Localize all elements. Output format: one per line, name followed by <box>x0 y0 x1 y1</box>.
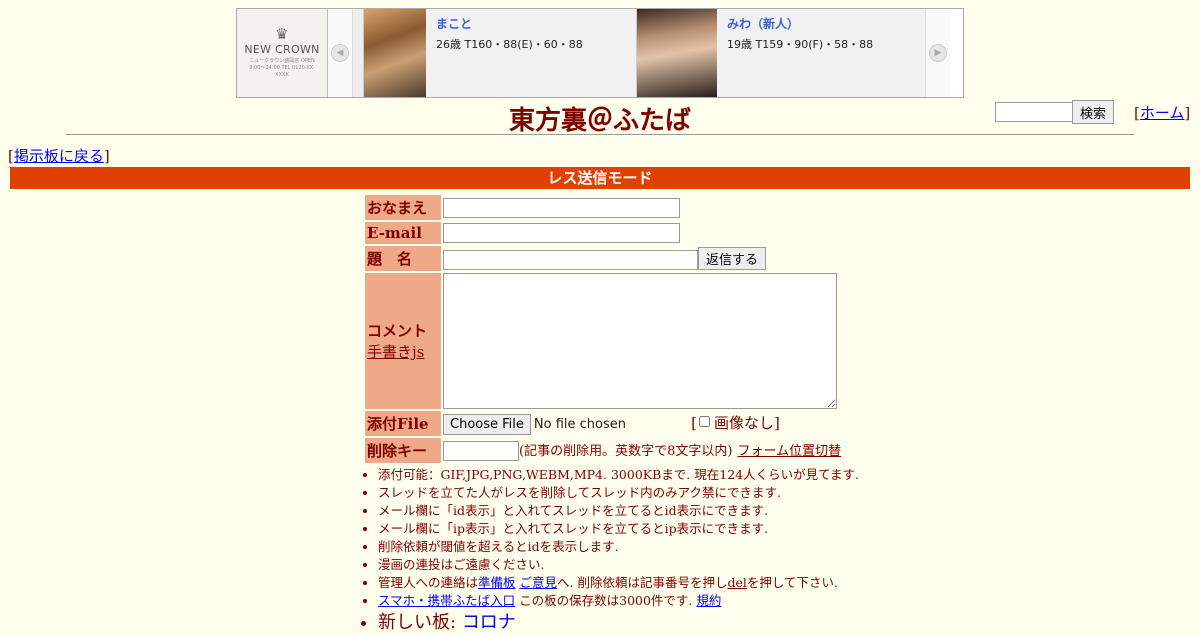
list-item: 管理人への連絡は準備板 ご意見へ. 削除依頼は記事番号を押しdelを押して下さい… <box>378 574 859 592</box>
girl-info: まこと 26歳 T160・88(E)・60・88 <box>426 9 636 97</box>
subject-field[interactable] <box>443 249 698 270</box>
prep-board-link[interactable]: 準備板 <box>478 575 516 590</box>
rules-link[interactable]: 規約 <box>696 593 721 608</box>
girl-name[interactable]: みわ（新人） <box>727 15 915 32</box>
handwrite-link[interactable]: 手書きjs <box>367 343 424 361</box>
mode-bar: レス送信モード <box>10 167 1190 189</box>
comment-textarea[interactable] <box>443 273 837 409</box>
comment-label: コメント <box>367 322 428 340</box>
girl-info: みわ（新人） 19歳 T159・90(F)・58・88 <box>717 9 925 97</box>
contact-text-3: を押して下さい. <box>746 575 838 590</box>
list-item: メール欄に「ip表示」と入れてスレッドを立てるとip表示にできます. <box>378 520 859 538</box>
opinion-link[interactable]: ご意見 <box>520 575 558 590</box>
delkey-label: 削除キー <box>365 438 441 463</box>
home-link-wrapper: [ホーム] <box>1134 104 1191 122</box>
mobile-entry-link[interactable]: スマホ・携帯ふたば入口 <box>378 593 515 608</box>
girl-name[interactable]: まこと <box>436 15 626 32</box>
noimg-wrapper: [画像なし] <box>691 414 780 432</box>
noimg-checkbox[interactable] <box>698 416 710 427</box>
delkey-note: (記事の削除用。英数字で8文字以内) <box>519 444 733 460</box>
noimg-label: 画像なし <box>713 414 774 432</box>
post-form: おなまえ E-mail 題 名 返信する コメント 手書きjs 添付File C… <box>363 193 843 465</box>
chevron-left-icon[interactable]: ◀ <box>331 44 349 62</box>
banner-spacer <box>353 9 364 97</box>
chevron-right-icon[interactable]: ▶ <box>929 44 947 62</box>
comment-label-cell: コメント 手書きjs <box>365 273 441 409</box>
divider <box>66 134 1134 135</box>
list-item: スレッドを立てた人がレスを削除してスレッド内のみアク禁にできます. <box>378 484 859 502</box>
choose-file-button[interactable]: Choose File <box>443 414 531 435</box>
shop-logo[interactable]: ♛ NEW CROWN ニュークラウン盛岡店 OPEN 9:00〜24:00 T… <box>237 9 328 97</box>
home-link[interactable]: ホーム <box>1140 104 1185 122</box>
file-status: No file chosen <box>533 417 626 432</box>
girl-photo[interactable] <box>364 9 426 97</box>
contact-text-2: へ. 削除依頼は記事番号を押し <box>557 575 728 590</box>
girl-spec: 19歳 T159・90(F)・58・88 <box>727 38 874 51</box>
list-item: 漫画の連投はご遠慮ください. <box>378 556 859 574</box>
del-link[interactable]: del <box>727 575 746 590</box>
banner-next[interactable]: ▶ <box>925 9 950 97</box>
girl-card[interactable]: みわ（新人） 19歳 T159・90(F)・58・88 <box>637 9 925 97</box>
file-label: 添付File <box>365 411 441 436</box>
banner-prev[interactable]: ◀ <box>328 9 353 97</box>
girl-card[interactable]: まこと 26歳 T160・88(E)・60・88 <box>364 9 637 97</box>
name-field[interactable] <box>443 197 680 218</box>
name-label: おなまえ <box>365 195 441 220</box>
email-field[interactable] <box>443 223 680 244</box>
shop-logo-sub: ニュークラウン盛岡店 OPEN 9:00〜24:00 TEL 0120-XX-X… <box>249 58 315 78</box>
shop-logo-name: NEW CROWN <box>244 43 320 56</box>
crown-icon: ♛ <box>275 25 289 43</box>
delete-key-field[interactable] <box>443 440 519 461</box>
list-item: 新しい板: コロナ <box>378 610 859 636</box>
list-item: 添付可能：GIF,JPG,PNG,WEBM,MP4. 3000KBまで. 現在1… <box>378 466 859 484</box>
list-item: 削除依頼が閾値を超えるとidを表示します. <box>378 538 859 556</box>
girl-photo[interactable] <box>637 9 717 97</box>
notes-list: 添付可能：GIF,JPG,PNG,WEBM,MP4. 3000KBまで. 現在1… <box>360 466 859 636</box>
search-input[interactable] <box>995 102 1075 122</box>
contact-text: 管理人への連絡は <box>378 575 479 590</box>
girl-spec: 26歳 T160・88(E)・60・88 <box>436 38 583 51</box>
back-link-wrapper: [掲示板に戻る] <box>8 147 110 165</box>
back-to-board-link[interactable]: 掲示板に戻る <box>14 147 104 165</box>
form-position-link[interactable]: フォーム位置切替 <box>738 444 842 459</box>
subject-label: 題 名 <box>365 246 441 271</box>
save-count-text: この板の保存数は3000件です. <box>519 593 693 608</box>
submit-button[interactable]: 返信する <box>698 247 767 270</box>
email-label: E-mail <box>365 222 441 244</box>
list-item: スマホ・携帯ふたば入口 この板の保存数は3000件です. 規約 <box>378 592 859 610</box>
ad-banner[interactable]: ♛ NEW CROWN ニュークラウン盛岡店 OPEN 9:00〜24:00 T… <box>236 8 964 98</box>
search-button[interactable]: 検索 <box>1072 100 1114 124</box>
list-item: メール欄に「id表示」と入れてスレッドを立てるとid表示にできます. <box>378 502 859 520</box>
